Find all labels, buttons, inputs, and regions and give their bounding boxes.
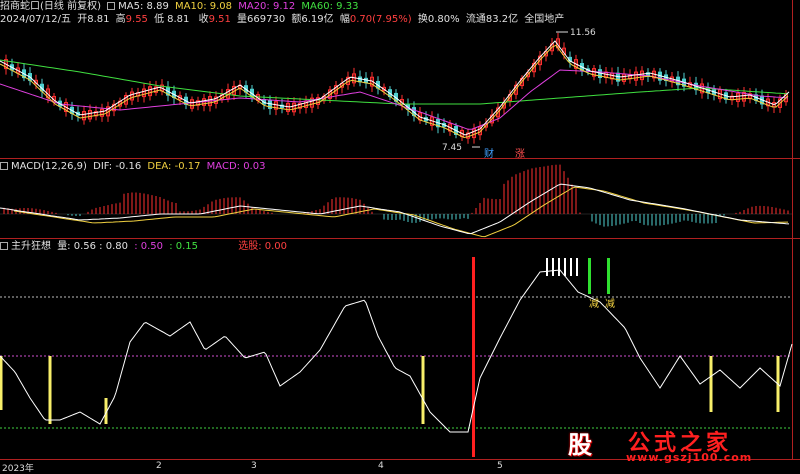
white-signal-bar [552, 258, 554, 276]
min-price-label: 7.45 [442, 143, 462, 153]
red-signal-bar [472, 257, 475, 457]
watermark-logo: 股 [568, 431, 592, 459]
oscillator-line [0, 269, 793, 433]
max-price-label: 11.56 [570, 28, 596, 38]
white-signal-bar [558, 258, 560, 276]
white-signal-bar [576, 258, 578, 276]
jian-marker-2: 减 [605, 298, 615, 310]
macd-histogram [3, 164, 789, 227]
chart-canvas[interactable]: 11.56 7.45 财 涨 减 减 [0, 0, 800, 473]
green-signal-bar [607, 258, 610, 294]
candlestick-series [4, 32, 788, 144]
watermark-url: www.gszj100.com [626, 451, 753, 464]
jian-marker-1: 减 [589, 298, 599, 310]
x-axis-year: 2023年 [2, 464, 34, 474]
yellow-signal-bar [421, 356, 425, 424]
ma10-line [0, 44, 789, 139]
yellow-signal-bar [0, 356, 3, 410]
x-axis-month-3: 3 [251, 461, 257, 471]
dif-line [0, 183, 790, 235]
x-axis-month-4: 4 [378, 461, 384, 471]
yellow-signal-bar [709, 356, 713, 412]
dea-line [13, 186, 788, 238]
white-signal-bar [564, 258, 566, 276]
white-signal-bar [570, 258, 572, 276]
watermark: 股 公式之家 www.gszj100.com [560, 425, 800, 464]
event-zhang-marker[interactable]: 涨 [515, 148, 525, 160]
ma5-line [0, 40, 790, 136]
x-axis-month-5: 5 [497, 461, 503, 471]
x-axis-month-2: 2 [156, 461, 162, 471]
yellow-signal-bar [48, 356, 52, 424]
event-cai-marker[interactable]: 财 [484, 147, 494, 160]
green-signal-bar [588, 258, 591, 294]
white-signal-bar [546, 258, 548, 276]
